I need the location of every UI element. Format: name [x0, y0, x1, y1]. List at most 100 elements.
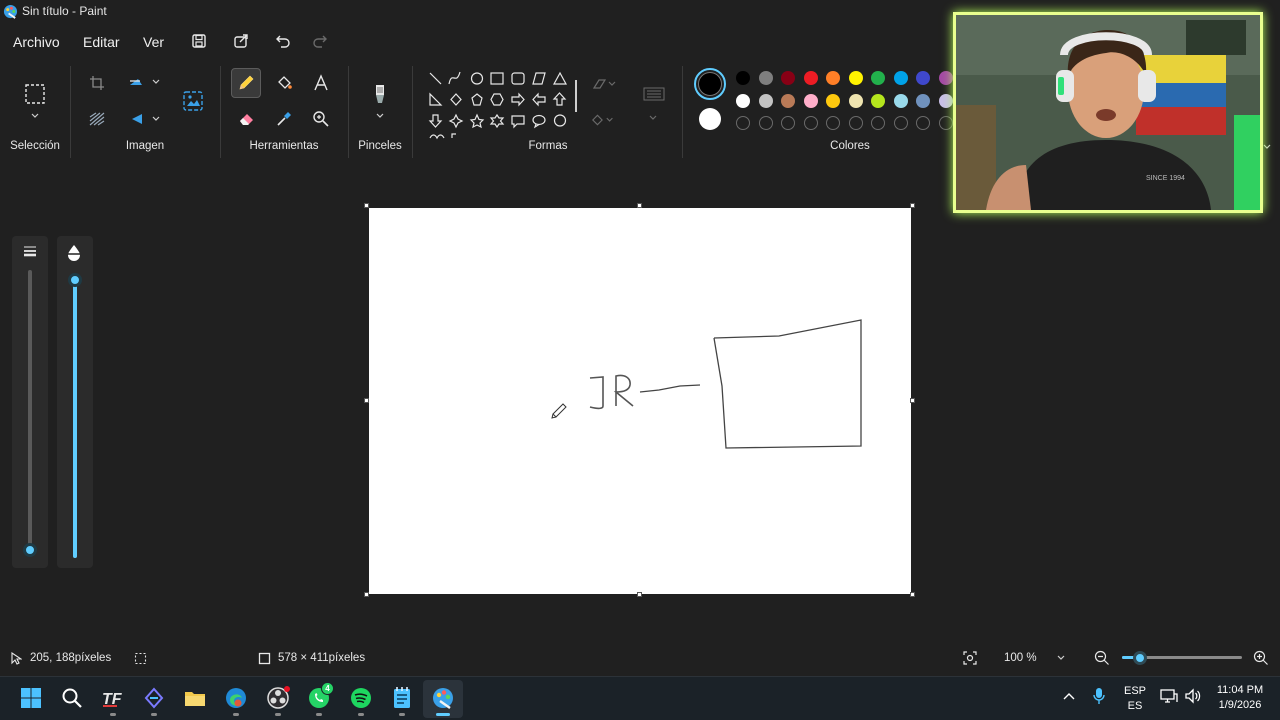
brush-icon[interactable] — [366, 80, 394, 108]
palette-swatch[interactable] — [781, 93, 795, 108]
custom-color-slot[interactable] — [871, 116, 885, 130]
clock-date[interactable]: 1/9/2026 — [1208, 699, 1272, 711]
chevron-down-icon[interactable] — [375, 112, 385, 120]
outline-style-icon[interactable] — [590, 70, 618, 98]
language-indicator-top[interactable]: ESP — [1118, 685, 1152, 697]
chevron-down-icon[interactable] — [30, 112, 40, 120]
select-rectangle-icon[interactable] — [21, 80, 49, 108]
color-picker-icon[interactable] — [270, 105, 298, 133]
palette-swatch[interactable] — [938, 93, 953, 108]
ribbon-expand-icon[interactable] — [1262, 143, 1272, 151]
menu-file[interactable]: Archivo — [13, 32, 60, 52]
crop-icon[interactable] — [83, 69, 111, 97]
custom-color-slot[interactable] — [758, 116, 773, 130]
chevron-down-icon[interactable] — [151, 115, 161, 123]
resize-handle-tl[interactable] — [364, 203, 369, 208]
custom-color-slot[interactable] — [803, 116, 818, 130]
clock-time[interactable]: 11:04 PM — [1208, 684, 1272, 696]
zoom-dropdown-chevron-icon[interactable] — [1056, 654, 1066, 662]
palette-swatch[interactable] — [781, 71, 795, 85]
magnifier-icon[interactable] — [307, 105, 335, 133]
network-icon[interactable] — [1160, 688, 1178, 704]
custom-color-slot[interactable] — [893, 116, 908, 130]
fill-style-icon[interactable] — [590, 106, 618, 134]
palette-swatch[interactable] — [893, 93, 908, 108]
opacity-slider-thumb[interactable] — [68, 273, 82, 287]
palette-swatch[interactable] — [848, 71, 863, 85]
size-slider-track[interactable] — [28, 270, 32, 550]
custom-color-slot[interactable] — [736, 116, 750, 130]
palette-swatch[interactable] — [916, 71, 930, 85]
resize-handle-br[interactable] — [910, 592, 915, 597]
palette-swatch[interactable] — [871, 93, 885, 108]
resize-handle-t[interactable] — [637, 203, 642, 208]
line-width-icon[interactable] — [640, 80, 668, 108]
custom-color-slot[interactable] — [938, 116, 953, 130]
shapes-scrollbar[interactable] — [575, 80, 577, 112]
palette-swatch[interactable] — [736, 71, 750, 85]
tf-app-icon[interactable]: TF — [100, 685, 126, 711]
palette-swatch[interactable] — [938, 71, 953, 85]
text-tool-icon[interactable] — [307, 69, 335, 97]
paint-taskbar-icon[interactable] — [430, 685, 456, 711]
palette-swatch[interactable] — [871, 71, 885, 85]
menu-edit[interactable]: Editar — [83, 32, 120, 52]
group-label-shapes: Formas — [528, 140, 568, 152]
pencil-tool-icon[interactable] — [231, 68, 261, 98]
resize-handle-r[interactable] — [910, 398, 915, 403]
custom-color-slot[interactable] — [826, 116, 840, 130]
chevron-down-icon[interactable] — [648, 114, 658, 122]
language-indicator-bottom[interactable]: ES — [1118, 700, 1152, 712]
resize-handle-tr[interactable] — [910, 203, 915, 208]
windows-start-icon[interactable] — [18, 685, 44, 711]
resize-icon[interactable] — [83, 105, 111, 133]
opacity-slider-track[interactable] — [73, 280, 77, 558]
zoom-in-icon[interactable] — [1253, 650, 1269, 666]
app-diamond-icon[interactable] — [141, 685, 167, 711]
palette-swatch[interactable] — [916, 93, 930, 108]
obs-studio-icon[interactable] — [265, 685, 291, 711]
resize-handle-bl[interactable] — [364, 592, 369, 597]
custom-color-slot[interactable] — [916, 116, 930, 130]
palette-swatch[interactable] — [803, 93, 818, 108]
palette-swatch[interactable] — [893, 71, 908, 85]
flip-icon[interactable] — [123, 105, 151, 133]
redo-icon[interactable] — [309, 30, 331, 52]
save-icon[interactable] — [188, 30, 210, 52]
zoom-out-icon[interactable] — [1094, 650, 1110, 666]
palette-swatch[interactable] — [803, 71, 818, 85]
notepad-icon[interactable] — [389, 685, 415, 711]
palette-swatch[interactable] — [826, 93, 840, 108]
resize-handle-b[interactable] — [637, 592, 642, 597]
menu-view[interactable]: Ver — [143, 32, 164, 52]
custom-color-slot[interactable] — [781, 116, 795, 130]
undo-icon[interactable] — [272, 30, 294, 52]
fill-bucket-icon[interactable] — [270, 69, 298, 97]
size-slider-thumb[interactable] — [23, 543, 37, 557]
spotify-icon[interactable] — [348, 685, 374, 711]
primary-color-swatch[interactable] — [694, 68, 726, 100]
zoom-level[interactable]: 100 % — [1004, 652, 1037, 664]
palette-swatch[interactable] — [848, 93, 863, 108]
share-icon[interactable] — [230, 30, 252, 52]
rotate-icon[interactable] — [123, 69, 151, 97]
image-properties-icon[interactable] — [179, 87, 207, 115]
fit-to-window-icon[interactable] — [962, 650, 978, 666]
microphone-icon[interactable] — [1092, 687, 1106, 705]
eraser-icon[interactable] — [233, 105, 261, 133]
chevron-down-icon[interactable] — [151, 78, 161, 86]
palette-swatch[interactable] — [736, 93, 750, 108]
palette-swatch[interactable] — [826, 71, 840, 85]
secondary-color-swatch[interactable] — [699, 108, 721, 130]
zoom-slider-thumb[interactable] — [1133, 651, 1147, 665]
search-icon[interactable] — [59, 685, 85, 711]
file-explorer-icon[interactable] — [182, 685, 208, 711]
volume-icon[interactable] — [1184, 688, 1202, 704]
edge-browser-icon[interactable] — [223, 685, 249, 711]
tray-overflow-chevron-icon[interactable] — [1062, 691, 1076, 701]
drawing-canvas[interactable]: JR — [369, 208, 911, 594]
palette-swatch[interactable] — [758, 93, 773, 108]
resize-handle-l[interactable] — [364, 398, 369, 403]
custom-color-slot[interactable] — [848, 116, 863, 130]
palette-swatch[interactable] — [758, 71, 773, 85]
